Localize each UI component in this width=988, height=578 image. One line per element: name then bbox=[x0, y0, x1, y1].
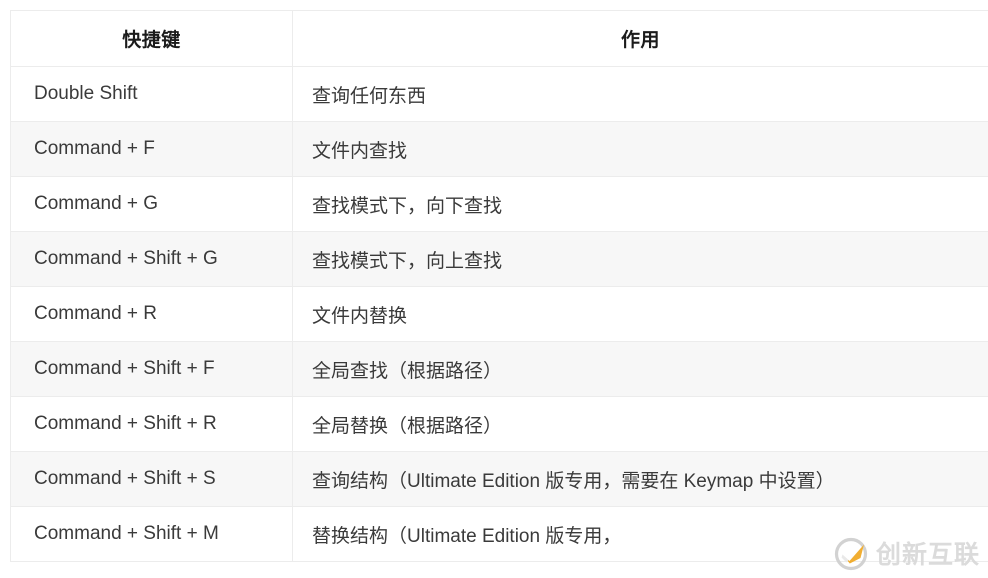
cell-function: 文件内查找 bbox=[292, 121, 988, 177]
cell-shortcut: Double Shift bbox=[10, 66, 293, 122]
cell-function: 替换结构（Ultimate Edition 版专用， bbox=[292, 506, 988, 562]
cell-function: 查找模式下，向下查找 bbox=[292, 176, 988, 232]
table-row: Command + Shift + M 替换结构（Ultimate Editio… bbox=[10, 506, 988, 562]
table-header: 快捷键 作用 bbox=[10, 10, 988, 67]
table-row: Command + Shift + F 全局查找（根据路径） bbox=[10, 341, 988, 397]
cell-shortcut: Command + G bbox=[10, 176, 293, 232]
cell-shortcut: Command + F bbox=[10, 121, 293, 177]
cell-function: 查询任何东西 bbox=[292, 66, 988, 122]
shortcut-table: 快捷键 作用 Double Shift 查询任何东西 Command + F 文… bbox=[10, 10, 988, 562]
column-header-function: 作用 bbox=[292, 10, 988, 67]
column-header-shortcut: 快捷键 bbox=[10, 10, 293, 67]
cell-shortcut: Command + Shift + F bbox=[10, 341, 293, 397]
cell-function: 全局查找（根据路径） bbox=[292, 341, 988, 397]
cell-function: 全局替换（根据路径） bbox=[292, 396, 988, 452]
table-row: Command + G 查找模式下，向下查找 bbox=[10, 176, 988, 232]
cell-shortcut: Command + Shift + R bbox=[10, 396, 293, 452]
table-row: Command + F 文件内查找 bbox=[10, 121, 988, 177]
table-row: Command + Shift + G 查找模式下，向上查找 bbox=[10, 231, 988, 287]
cell-shortcut: Command + Shift + M bbox=[10, 506, 293, 562]
table-row: Double Shift 查询任何东西 bbox=[10, 66, 988, 122]
table-row: Command + R 文件内替换 bbox=[10, 286, 988, 342]
cell-shortcut: Command + Shift + G bbox=[10, 231, 293, 287]
table-body: Double Shift 查询任何东西 Command + F 文件内查找 Co… bbox=[10, 66, 988, 562]
cell-function: 文件内替换 bbox=[292, 286, 988, 342]
cell-shortcut: Command + Shift + S bbox=[10, 451, 293, 507]
cell-function: 查找模式下，向上查找 bbox=[292, 231, 988, 287]
cell-function: 查询结构（Ultimate Edition 版专用，需要在 Keymap 中设置… bbox=[292, 451, 988, 507]
cell-shortcut: Command + R bbox=[10, 286, 293, 342]
table-header-row: 快捷键 作用 bbox=[10, 10, 988, 67]
shortcut-table-container: 快捷键 作用 Double Shift 查询任何东西 Command + F 文… bbox=[10, 10, 988, 566]
table-row: Command + Shift + S 查询结构（Ultimate Editio… bbox=[10, 451, 988, 507]
table-row: Command + Shift + R 全局替换（根据路径） bbox=[10, 396, 988, 452]
